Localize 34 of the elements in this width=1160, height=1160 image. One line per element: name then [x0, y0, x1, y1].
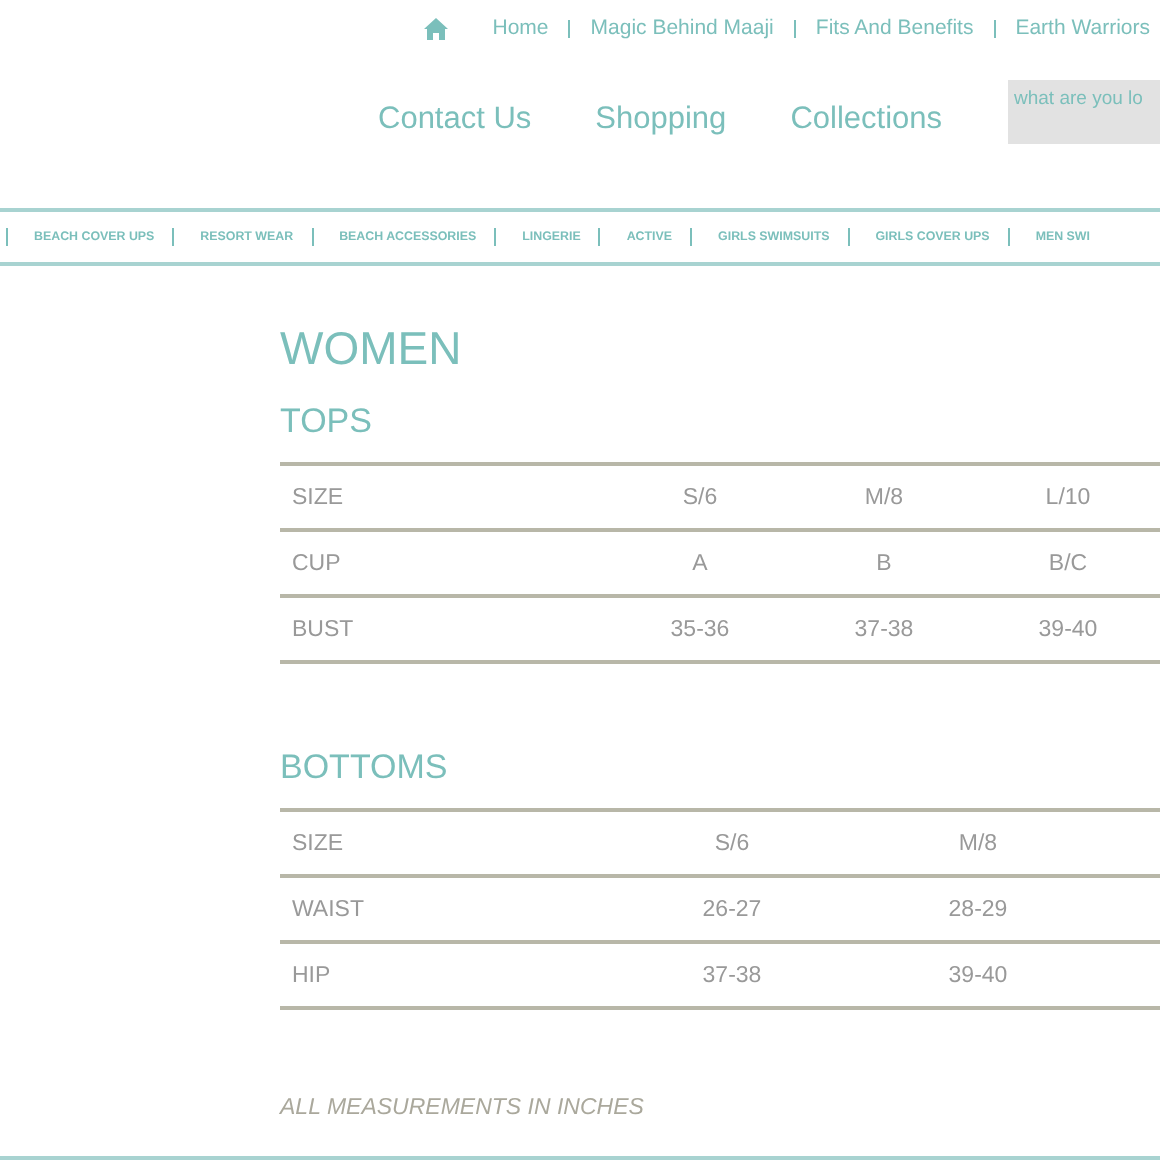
section-heading: BOTTOMS [280, 748, 450, 788]
nav-link[interactable]: Magic Behind Maaji [568, 19, 794, 37]
table-cell-text: HIP [290, 963, 333, 987]
footnote: ALL MEASUREMENTS IN INCHES [280, 1096, 646, 1120]
page-title: WOMEN [280, 322, 464, 376]
table-cell-text: 39-40 [1036, 617, 1100, 641]
table-cell-text: 35-36 [668, 617, 732, 641]
table-cell-text: A [690, 551, 710, 575]
table-cell-text: 37-38 [852, 617, 916, 641]
nav-link[interactable]: Earth Warriors [993, 19, 1150, 37]
table-cell-text: WAIST [290, 897, 366, 921]
section-heading: TOPS [280, 402, 374, 442]
table-cell-text: L/10 [1043, 485, 1093, 509]
table-cell-text: 28-29 [946, 897, 1010, 921]
table-cell-text: S/6 [680, 485, 720, 509]
table-cell-text: CUP [290, 551, 343, 575]
table-cell-text: M/8 [956, 831, 1000, 855]
nav-link[interactable]: Collections [790, 102, 942, 156]
table-cell-text: 26-27 [700, 897, 764, 921]
table-cell-text: S/6 [712, 831, 752, 855]
table-cell-text: 39-40 [946, 963, 1010, 987]
table-cell-text: M/8 [862, 485, 906, 509]
nav-link[interactable]: Contact Us [378, 102, 532, 156]
home-icon[interactable] [424, 17, 449, 39]
nav-link[interactable]: Shopping [595, 102, 727, 156]
table-cell-text: SIZE [290, 485, 346, 509]
nav-link[interactable]: Home [472, 16, 569, 40]
table-cell-text: 37-38 [700, 963, 764, 987]
table-cell-text: B/C [1046, 551, 1090, 575]
table-cell-text: BUST [290, 617, 356, 641]
search-field[interactable]: what are you lo [1008, 80, 1160, 144]
table-cell-text: B [874, 551, 894, 575]
nav-link[interactable]: Fits And Benefits [793, 19, 994, 37]
table-cell-text: SIZE [290, 831, 346, 855]
